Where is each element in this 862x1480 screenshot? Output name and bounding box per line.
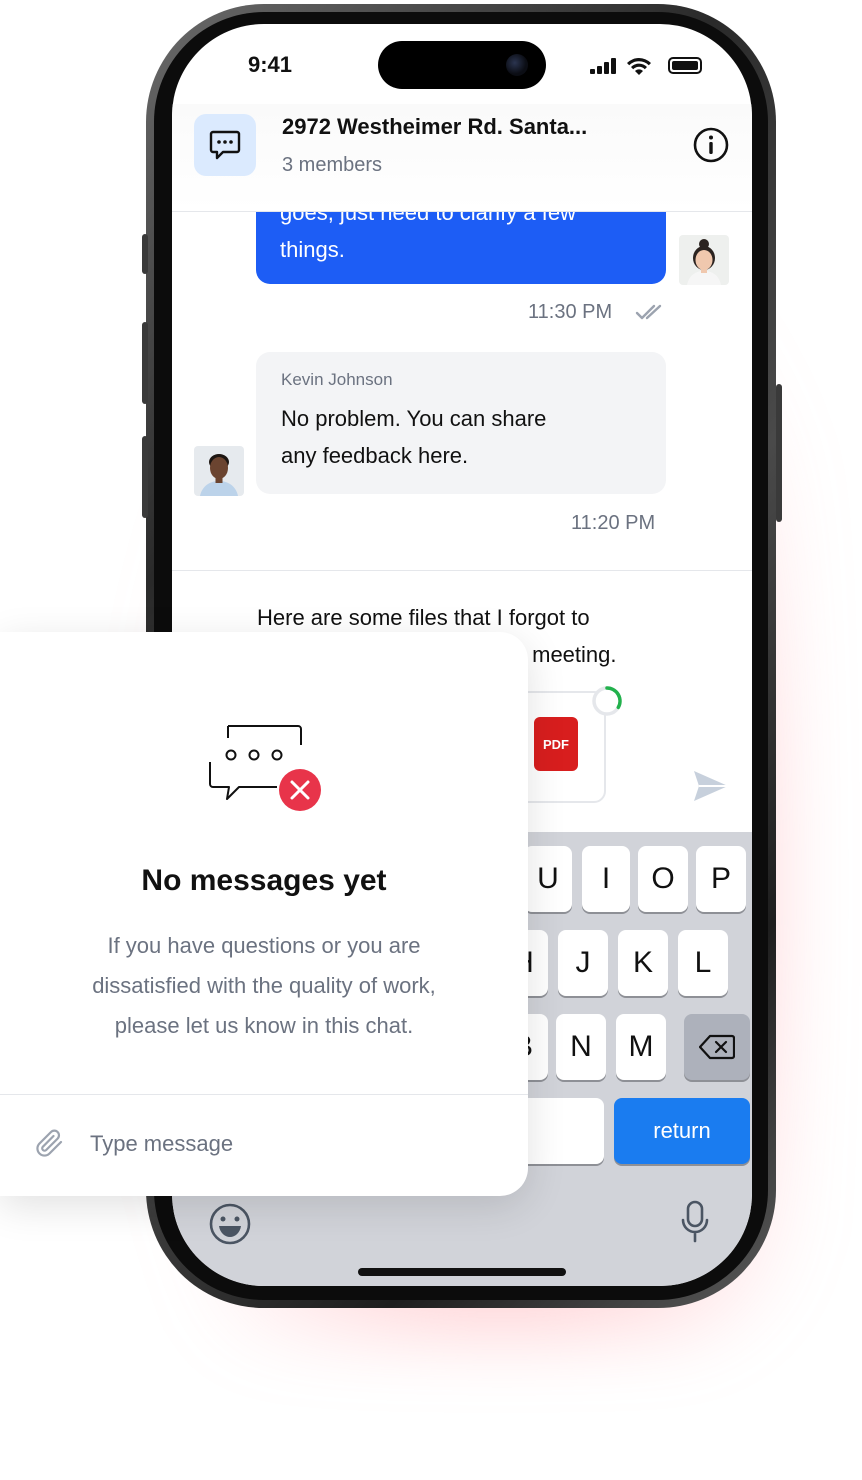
status-time: 9:41	[248, 52, 293, 77]
message-input[interactable]	[90, 1124, 490, 1164]
send-icon[interactable]	[692, 769, 730, 803]
battery-icon	[668, 57, 702, 74]
paperclip-icon[interactable]	[34, 1128, 66, 1160]
return-key[interactable]: return	[614, 1098, 750, 1164]
compose-text-line: Here are some files that I forgot to	[257, 605, 590, 630]
signal-icon	[590, 58, 616, 74]
outgoing-message-bubble[interactable]: goes, just need to clarify a few things.	[256, 212, 666, 284]
front-camera	[506, 54, 528, 76]
sender-name: Kevin Johnson	[281, 370, 393, 389]
upload-progress-icon	[592, 686, 622, 716]
empty-state-title: No messages yet	[141, 864, 387, 897]
action-button	[142, 234, 148, 274]
empty-state-description: If you have questions or you are dissati…	[40, 926, 488, 1046]
description-line: If you have questions or you are	[107, 933, 421, 958]
message-text: No problem. You can share any feedback h…	[281, 400, 641, 474]
volume-down-button	[142, 436, 148, 518]
microphone-icon[interactable]	[680, 1200, 710, 1244]
avatar[interactable]	[194, 446, 244, 496]
key-m[interactable]: M	[616, 1014, 666, 1080]
description-line: dissatisfied with the quality of work,	[92, 973, 436, 998]
chat-bubble-icon	[209, 130, 241, 160]
key-l[interactable]: L	[678, 930, 728, 996]
stage: 9:41 2972 Westheimer Rd. Santa... 3 memb…	[0, 0, 862, 1480]
power-button	[776, 384, 782, 522]
wifi-icon	[627, 58, 651, 75]
chat-header: 2972 Westheimer Rd. Santa... 3 members	[172, 104, 752, 212]
key-u[interactable]: U	[524, 846, 572, 912]
user-avatar-image	[194, 446, 244, 496]
message-text-line: goes, just need to clarify a few	[280, 212, 576, 225]
read-receipt-icon	[635, 304, 662, 320]
pdf-file-icon: PDF	[534, 717, 578, 771]
empty-chat-card: No messages yet If you have questions or…	[0, 632, 528, 1196]
message-text-line: any feedback here.	[281, 443, 469, 468]
description-line: please let us know in this chat.	[114, 1013, 414, 1038]
chat-error-icon	[209, 725, 321, 811]
message-timestamp: 11:30 PM	[528, 301, 613, 323]
key-o[interactable]: O	[638, 846, 688, 912]
key-p[interactable]: P	[696, 846, 746, 912]
chat-group-avatar[interactable]	[194, 114, 256, 176]
key-i[interactable]: I	[582, 846, 630, 912]
backspace-icon	[699, 1034, 735, 1060]
message-text-line: No problem. You can share	[281, 406, 547, 431]
volume-up-button	[142, 322, 148, 404]
user-avatar-image	[679, 235, 729, 285]
key-n[interactable]: N	[556, 1014, 606, 1080]
chat-members-count: 3 members	[282, 154, 383, 176]
divider	[0, 1094, 528, 1095]
avatar[interactable]	[679, 235, 729, 285]
status-bar: 9:41	[172, 24, 752, 114]
message-timestamp: 11:20 PM	[571, 512, 656, 534]
incoming-message-bubble[interactable]: Kevin Johnson No problem. You can share …	[256, 352, 666, 494]
key-j[interactable]: J	[558, 930, 608, 996]
chat-title[interactable]: 2972 Westheimer Rd. Santa...	[282, 114, 652, 140]
home-indicator[interactable]	[358, 1268, 566, 1276]
message-list[interactable]: goes, just need to clarify a few things.…	[172, 212, 752, 572]
emoji-icon[interactable]	[208, 1202, 252, 1246]
key-k[interactable]: K	[618, 930, 668, 996]
backspace-key[interactable]	[684, 1014, 750, 1080]
message-text-line: things.	[280, 237, 345, 262]
info-icon[interactable]	[692, 126, 730, 164]
